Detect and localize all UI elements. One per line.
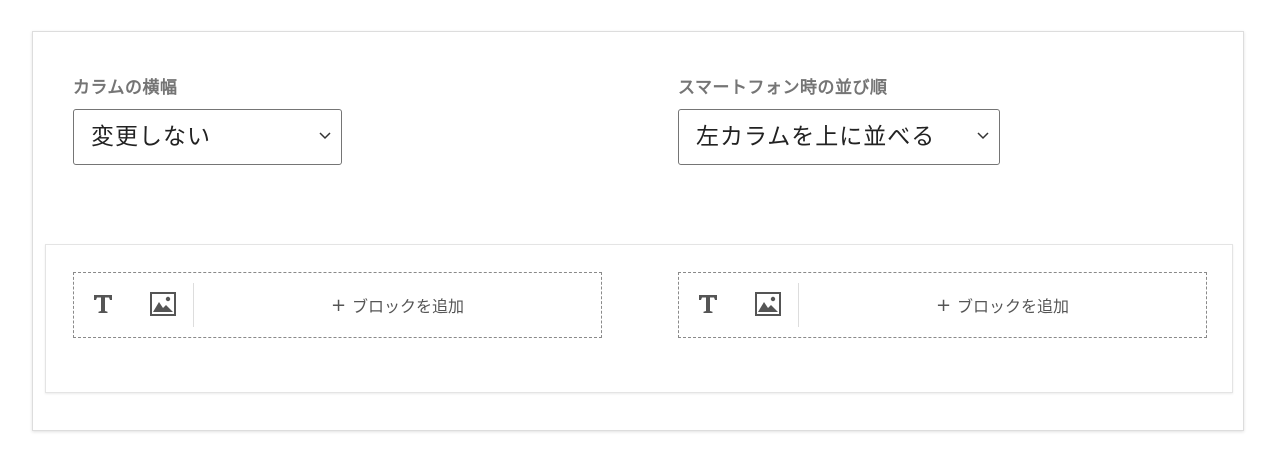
- columns-container: + ブロックを追加 + ブロックを追加: [45, 244, 1233, 393]
- smartphone-order-selected-value: 左カラムを上に並べる: [696, 124, 936, 150]
- image-block-icon[interactable]: [148, 289, 178, 319]
- right-column-block-slot: + ブロックを追加: [678, 272, 1207, 338]
- text-T-icon: [699, 295, 717, 313]
- text-block-icon[interactable]: [693, 289, 723, 319]
- left-column-block-slot: + ブロックを追加: [73, 272, 602, 338]
- smartphone-order-label: スマートフォン時の並び順: [678, 78, 888, 98]
- text-block-icon[interactable]: [88, 289, 118, 319]
- column-width-field: カラムの横幅 変更しない: [73, 77, 342, 165]
- plus-icon: +: [935, 294, 952, 316]
- image-block-icon[interactable]: [753, 289, 783, 319]
- add-block-button[interactable]: + ブロックを追加: [194, 273, 601, 337]
- column-width-select[interactable]: 変更しない: [73, 109, 342, 165]
- add-block-label: ブロックを追加: [352, 297, 465, 316]
- image-icon: [150, 292, 176, 316]
- smartphone-order-field: スマートフォン時の並び順 左カラムを上に並べる: [678, 77, 1000, 165]
- column-width-label: カラムの横幅: [73, 78, 178, 98]
- add-block-label: ブロックを追加: [957, 297, 1070, 316]
- smartphone-order-select[interactable]: 左カラムを上に並べる: [678, 109, 1000, 165]
- column-width-selected-value: 変更しない: [91, 124, 211, 150]
- text-T-icon: [94, 295, 112, 313]
- chevron-down-icon: [319, 132, 331, 140]
- chevron-down-icon: [977, 132, 989, 140]
- column-settings-panel: カラムの横幅 変更しない スマートフォン時の並び順 左カラムを上に並べる + ブ…: [32, 31, 1244, 431]
- add-block-button[interactable]: + ブロックを追加: [799, 273, 1206, 337]
- plus-icon: +: [330, 294, 347, 316]
- image-icon: [755, 292, 781, 316]
